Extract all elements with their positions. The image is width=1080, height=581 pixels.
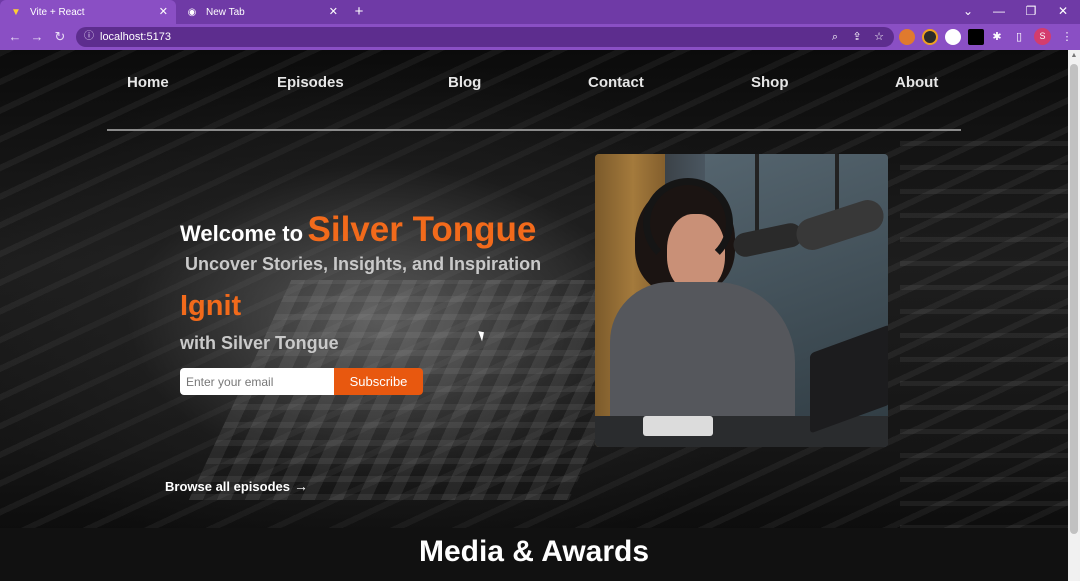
forward-icon[interactable]: → [27, 27, 47, 47]
extension-fox-icon[interactable] [899, 29, 915, 45]
hero-ignit: Ignit [180, 290, 242, 322]
reload-icon[interactable]: ↻ [50, 27, 70, 47]
share-icon[interactable]: ⇪ [848, 27, 866, 47]
profile-avatar[interactable]: S [1034, 28, 1051, 45]
tab-title: Vite + React [30, 6, 85, 18]
nav-about[interactable]: About [895, 74, 938, 91]
subscribe-button[interactable]: Subscribe [334, 368, 423, 395]
nav-episodes[interactable]: Episodes [277, 74, 344, 91]
media-awards-heading: Media & Awards [418, 535, 650, 568]
close-icon[interactable]: ✕ [159, 5, 168, 18]
sidebar-icon[interactable]: ▯ [1010, 27, 1028, 47]
extension-dot-icon[interactable] [945, 29, 961, 45]
browser-toolbar: ← → ↻ ⓘ localhost:5173 ⌕ ⇪ ☆ ✱ ▯ S ⋮ [0, 24, 1080, 50]
tab-search-icon[interactable]: ⌄ [952, 0, 984, 24]
menu-icon[interactable]: ⋮ [1058, 27, 1076, 47]
extension-triangle-icon[interactable] [968, 29, 984, 45]
address-text: localhost:5173 [100, 31, 171, 43]
extension-circle-icon[interactable] [922, 29, 938, 45]
restore-icon[interactable]: ❐ [1015, 0, 1047, 24]
vite-icon: ▼ [11, 6, 21, 18]
close-icon[interactable]: ✕ [329, 5, 338, 18]
hero-with-text: with Silver Tongue [180, 333, 339, 353]
browser-tab-bar: ▼ Vite + React ✕ ◉ New Tab ✕ + ⌄ — ❐ ✕ [0, 0, 1080, 24]
browse-label: Browse all episodes [165, 478, 290, 494]
scrollbar-thumb[interactable] [1070, 64, 1078, 534]
arrow-right-icon: → [294, 478, 308, 494]
new-tab-button[interactable]: + [350, 2, 368, 22]
page-scrollbar[interactable]: ▲ [1068, 50, 1080, 581]
hero-tagline: Uncover Stories, Insights, and Inspirati… [185, 254, 542, 274]
nav-blog[interactable]: Blog [448, 74, 481, 91]
scroll-up-icon[interactable]: ▲ [1070, 52, 1078, 60]
nav-home[interactable]: Home [127, 74, 169, 91]
site-nav: Home Episodes Blog Contact Shop About [0, 74, 1068, 94]
window-close-icon[interactable]: ✕ [1047, 0, 1079, 24]
chrome-icon: ◉ [187, 6, 197, 18]
email-field[interactable] [180, 368, 334, 395]
nav-contact[interactable]: Contact [588, 74, 644, 91]
minimize-icon[interactable]: — [983, 0, 1015, 24]
nav-divider [107, 129, 961, 131]
site-info-icon[interactable]: ⓘ [84, 27, 94, 47]
brand-name: Silver Tongue [307, 210, 537, 249]
back-icon[interactable]: ← [5, 27, 25, 47]
tab-title: New Tab [206, 6, 245, 18]
browse-episodes-link[interactable]: Browse all episodes → [165, 478, 308, 494]
welcome-prefix: Welcome to [180, 221, 304, 246]
zoom-icon[interactable]: ⌕ [826, 27, 844, 47]
podcaster-photo [595, 154, 888, 447]
hero-heading: Welcome to Silver Tongue [180, 210, 536, 250]
background-studio-gear [900, 130, 1068, 530]
page-viewport: Home Episodes Blog Contact Shop About We… [0, 50, 1068, 581]
extensions-puzzle-icon[interactable]: ✱ [988, 27, 1006, 47]
tab-vite-react[interactable]: ▼ Vite + React ✕ [0, 0, 176, 24]
address-bar[interactable]: ⓘ localhost:5173 [76, 27, 894, 47]
bookmark-star-icon[interactable]: ☆ [870, 27, 888, 47]
nav-shop[interactable]: Shop [751, 74, 789, 91]
tab-new-tab[interactable]: ◉ New Tab ✕ [176, 0, 346, 24]
